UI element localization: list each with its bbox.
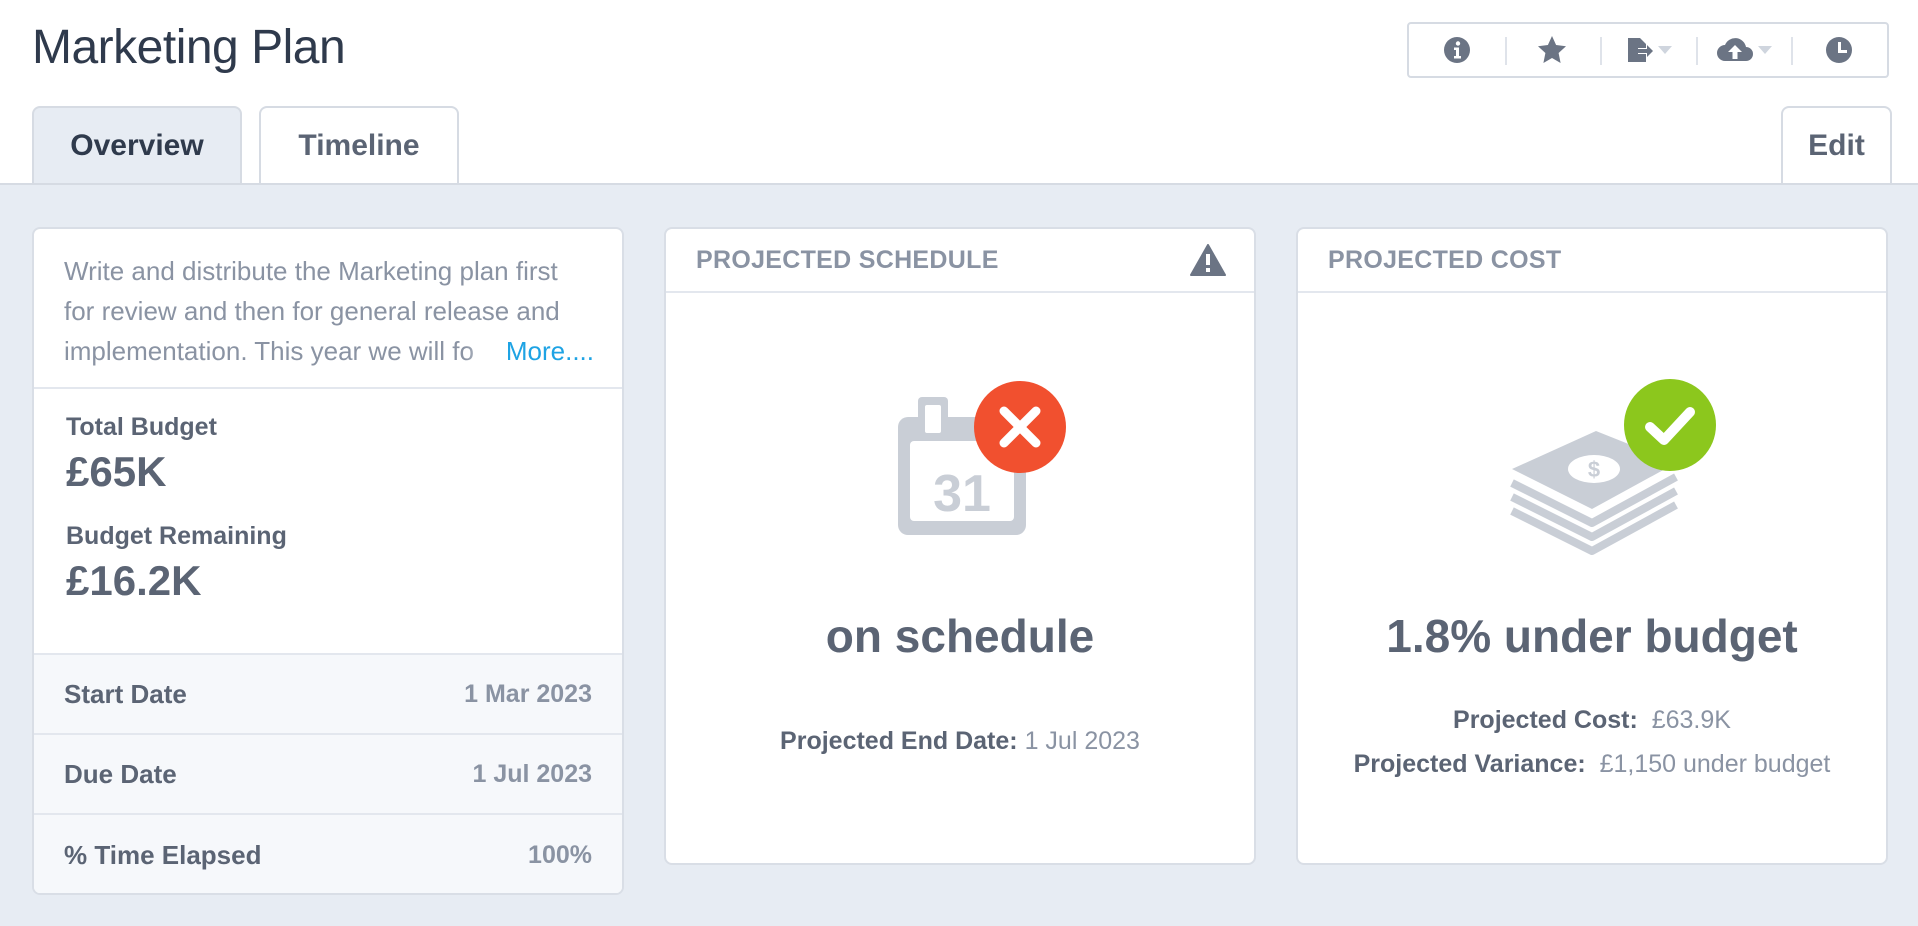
projected-cost-label: Projected Cost: [1453,706,1638,734]
export-button[interactable] [1600,24,1696,76]
project-info-card: Write and distribute the Marketing plan … [32,227,624,895]
card-title: PROJECTED COST [1328,245,1562,274]
due-date-label: Due Date [64,758,177,789]
projected-end-date-value: 1 Jul 2023 [1024,727,1140,755]
card-header: PROJECTED COST [1298,229,1886,293]
budget-remaining-label: Budget Remaining [66,522,287,550]
total-budget-value: £65K [66,448,167,495]
due-date-value: 1 Jul 2023 [472,759,592,788]
info-button[interactable] [1409,24,1505,76]
success-badge-icon [1624,379,1716,471]
start-date-value: 1 Mar 2023 [464,679,592,708]
due-date-row: Due Date 1 Jul 2023 [34,735,622,815]
time-elapsed-value: 100% [528,840,592,869]
star-icon [1538,36,1567,63]
svg-text:$: $ [1588,457,1600,482]
projected-cost-line: Projected Cost: £63.9K [1298,706,1886,735]
cost-status: 1.8% under budget [1386,610,1798,662]
start-date-label: Start Date [64,678,187,709]
projected-variance-label: Projected Variance: [1353,750,1586,778]
project-description: Write and distribute the Marketing plan … [34,229,622,389]
cloud-upload-icon [1716,38,1753,61]
projected-cost-card: PROJECTED COST $ 1.8% under budget Proje… [1296,227,1888,865]
time-elapsed-row: % Time Elapsed 100% [34,815,622,893]
favorite-button[interactable] [1504,24,1601,76]
budget-section: Total Budget £65K Budget Remaining £16.2… [34,389,622,655]
projected-end-date: Projected End Date: 1 Jul 2023 [666,727,1254,756]
info-icon [1443,37,1470,63]
projected-variance-line: Projected Variance: £1,150 under budget [1298,750,1886,779]
total-budget-label: Total Budget [66,413,217,441]
tab-overview[interactable]: Overview [32,106,242,184]
schedule-status: on schedule [825,610,1095,662]
edit-button[interactable]: Edit [1781,106,1892,184]
projected-variance-value: £1,150 under budget [1599,750,1831,778]
page-title: Marketing Plan [32,21,346,74]
history-button[interactable] [1791,24,1887,76]
export-icon [1627,38,1653,62]
more-link[interactable]: More.... [465,331,594,371]
projected-end-date-label: Projected End Date: [780,727,1018,755]
time-elapsed-label: % Time Elapsed [64,839,262,870]
toolbar [1407,22,1889,78]
warning-icon[interactable] [1190,244,1226,276]
card-header: PROJECTED SCHEDULE [666,229,1254,293]
start-date-row: Start Date 1 Mar 2023 [34,655,622,735]
budget-remaining-value: £16.2K [66,557,202,604]
tab-timeline[interactable]: Timeline [259,106,459,184]
projected-schedule-card: PROJECTED SCHEDULE 31 on schedule Projec… [664,227,1256,865]
clock-icon [1826,37,1853,63]
chevron-down-icon [1657,46,1672,54]
card-title: PROJECTED SCHEDULE [696,245,999,274]
error-badge-icon [974,381,1066,473]
projected-cost-value: £63.9K [1651,706,1731,734]
overview-panel: Write and distribute the Marketing plan … [0,183,1918,926]
chevron-down-icon [1757,46,1772,54]
cloud-button[interactable] [1695,24,1792,76]
